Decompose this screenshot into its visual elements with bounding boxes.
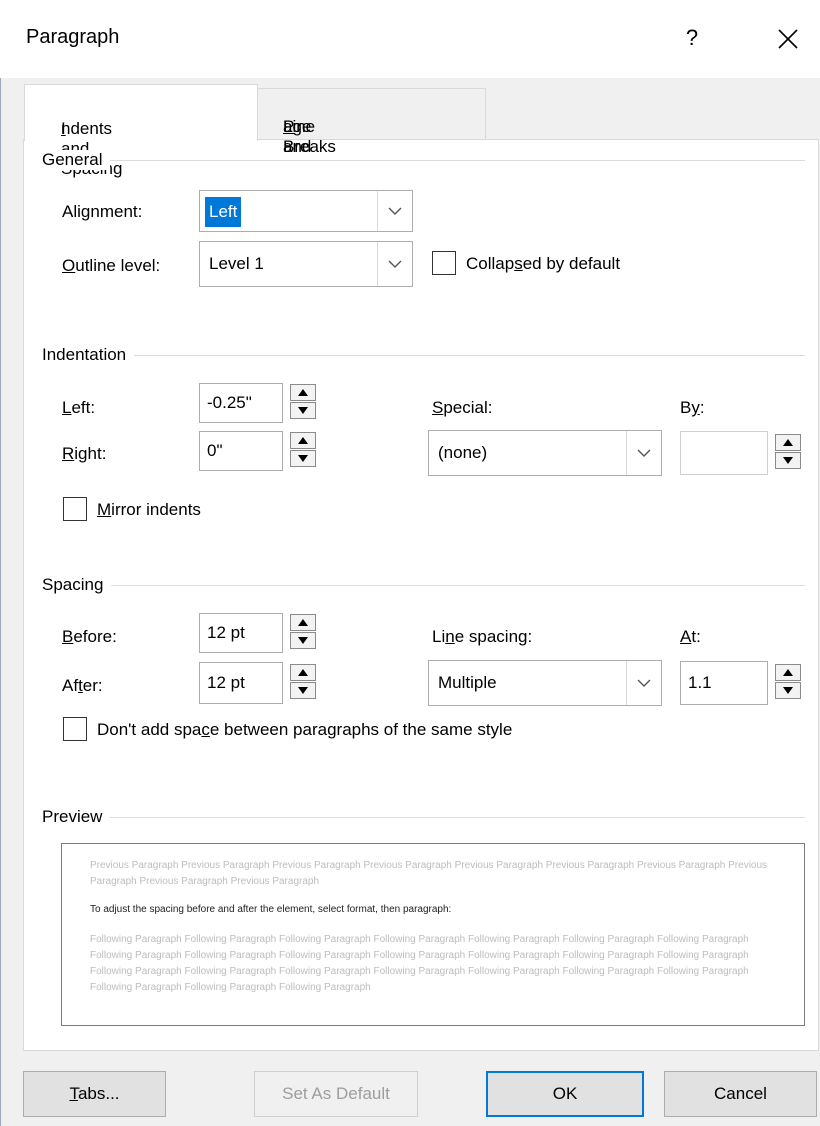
group-title-spacing: Spacing [42, 575, 112, 595]
outline-level-value: Level 1 [209, 254, 264, 273]
collapsed-by-default-label: Collapsed by default [466, 254, 621, 273]
special-select[interactable]: (none) [428, 430, 662, 476]
at-spinner[interactable] [771, 663, 807, 703]
group-title-indentation: Indentation [42, 345, 135, 365]
spin-down-arrow-icon[interactable] [775, 452, 801, 469]
indent-left-input[interactable]: -0.25" [199, 383, 283, 423]
dont-add-space-checkbox[interactable] [63, 717, 87, 741]
cancel-button[interactable]: Cancel [664, 1071, 817, 1117]
group-divider [44, 160, 805, 161]
tabs-button-label: Tabs... [69, 1084, 120, 1103]
dont-add-space-label: Don't add space between paragraphs of th… [97, 720, 513, 739]
indent-right-input[interactable]: 0" [199, 431, 283, 471]
spin-up-arrow-icon[interactable] [775, 664, 801, 681]
indent-right-spinner[interactable] [286, 431, 322, 471]
chevron-down-icon [626, 431, 661, 475]
help-button[interactable]: ? [674, 20, 710, 56]
window-border [0, 78, 1, 1126]
by-label: By: [680, 398, 705, 417]
tabs-button[interactable]: Tabs... [23, 1071, 166, 1117]
alignment-label: Alignment: [62, 202, 143, 221]
close-button[interactable] [770, 20, 806, 56]
spin-up-arrow-icon[interactable] [290, 432, 316, 449]
spin-up-arrow-icon[interactable] [290, 664, 316, 681]
by-input[interactable] [680, 431, 768, 475]
preview-following-paragraph: Following Paragraph Following Paragraph … [90, 934, 749, 993]
mirror-indents-label: Mirror indents [97, 500, 201, 519]
spin-up-arrow-icon[interactable] [290, 614, 316, 631]
group-divider [44, 355, 805, 356]
spacing-before-spinner[interactable] [286, 613, 322, 653]
spacing-before-input[interactable]: 12 pt [199, 613, 283, 653]
outline-level-label: Outline level: [62, 256, 161, 275]
mirror-indents-checkbox[interactable] [63, 497, 87, 521]
indent-left-spinner[interactable] [286, 383, 322, 423]
indent-right-label: Right: [62, 444, 107, 463]
by-spinner[interactable] [771, 433, 807, 473]
line-spacing-select[interactable]: Multiple [428, 660, 662, 706]
spacing-after-input[interactable]: 12 pt [199, 662, 283, 704]
ok-button[interactable]: OK [486, 1071, 644, 1117]
close-x-icon [778, 28, 798, 49]
at-input[interactable]: 1.1 [680, 661, 768, 705]
group-divider [44, 817, 805, 818]
spin-down-arrow-icon[interactable] [290, 402, 316, 419]
spin-down-arrow-icon[interactable] [290, 450, 316, 467]
group-divider [44, 585, 805, 586]
at-label: At: [680, 627, 701, 646]
spacing-before-label: Before: [62, 627, 117, 646]
alignment-select[interactable]: Left [199, 190, 413, 232]
group-title-preview: Preview [42, 807, 111, 827]
line-spacing-label: Line spacing: [432, 627, 533, 646]
special-label: Special: [432, 398, 493, 417]
spin-down-arrow-icon[interactable] [775, 682, 801, 699]
chevron-down-icon [377, 242, 412, 286]
spin-down-arrow-icon[interactable] [290, 632, 316, 649]
special-value: (none) [438, 443, 488, 462]
preview-current-paragraph: To adjust the spacing before and after t… [90, 904, 452, 915]
paragraph-preview: Previous Paragraph Previous Paragraph Pr… [61, 843, 805, 1026]
spacing-after-spinner[interactable] [286, 663, 322, 703]
set-as-default-button[interactable]: Set As Default [254, 1071, 418, 1117]
indent-left-label: Left: [62, 398, 96, 417]
spin-up-arrow-icon[interactable] [775, 434, 801, 451]
help-icon: ? [685, 25, 699, 50]
tab-indents-and-spacing[interactable]: Indents and Spacing [24, 84, 258, 178]
chevron-down-icon [626, 661, 661, 705]
tab-line-and-page-breaks[interactable]: Line and Page Breaks [256, 88, 486, 156]
line-spacing-value: Multiple [438, 673, 497, 692]
group-title-general: General [42, 150, 111, 170]
spacing-after-label: After: [62, 676, 103, 695]
spin-up-arrow-icon[interactable] [290, 384, 316, 401]
alignment-value: Left [205, 197, 242, 227]
preview-previous-paragraph: Previous Paragraph Previous Paragraph Pr… [90, 860, 768, 887]
chevron-down-icon [377, 191, 412, 231]
outline-level-select[interactable]: Level 1 [199, 241, 413, 287]
collapsed-by-default-checkbox[interactable] [432, 251, 456, 275]
dialog-title: Paragraph [26, 26, 120, 48]
spin-down-arrow-icon[interactable] [290, 682, 316, 699]
